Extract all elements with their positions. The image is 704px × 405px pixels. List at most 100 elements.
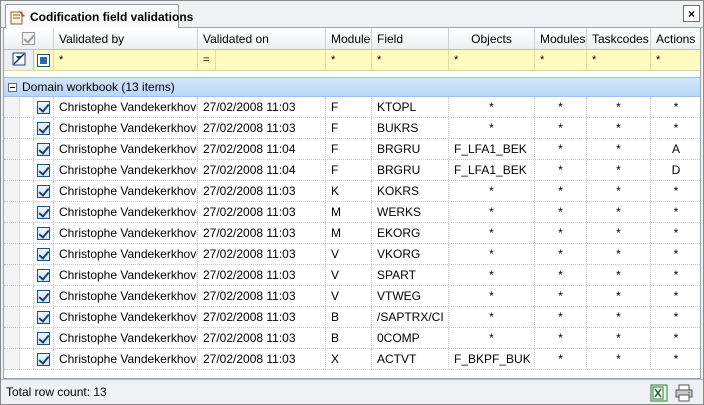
cell-taskcodes[interactable]: * bbox=[587, 265, 651, 285]
cell-validated-on[interactable]: 27/02/2008 11:03 bbox=[198, 181, 326, 201]
tab-codification-field-validations[interactable]: Codification field validations bbox=[5, 4, 193, 28]
cell-validated-by[interactable]: Christophe Vandekerkhove bbox=[54, 97, 198, 117]
row-selector[interactable] bbox=[20, 328, 34, 348]
cell-modules[interactable]: * bbox=[535, 328, 587, 348]
row-checkbox-cell[interactable] bbox=[34, 139, 54, 159]
group-row-domain-workbook[interactable]: Domain workbook (13 items) bbox=[4, 77, 700, 97]
row-checkbox-cell[interactable] bbox=[34, 181, 54, 201]
table-row[interactable]: Christophe Vandekerkhove 27/02/2008 11:03… bbox=[4, 118, 700, 139]
row-checkbox-cell[interactable] bbox=[34, 244, 54, 264]
cell-field[interactable]: VTWEG bbox=[372, 286, 449, 306]
table-row[interactable]: Christophe Vandekerkhove 27/02/2008 11:03… bbox=[4, 349, 700, 370]
cell-module[interactable]: F bbox=[326, 160, 372, 180]
row-checkbox[interactable] bbox=[37, 289, 50, 303]
cell-module[interactable]: V bbox=[326, 265, 372, 285]
cell-objects[interactable]: F_LFA1_BEK bbox=[449, 160, 535, 180]
row-checkbox-cell[interactable] bbox=[34, 307, 54, 327]
cell-module[interactable]: V bbox=[326, 244, 372, 264]
cell-field[interactable]: SPART bbox=[372, 265, 449, 285]
cell-field[interactable]: VKORG bbox=[372, 244, 449, 264]
filter-modules[interactable]: * bbox=[535, 50, 587, 70]
cell-taskcodes[interactable]: * bbox=[587, 202, 651, 222]
cell-actions[interactable]: * bbox=[651, 244, 700, 264]
header-validated-on[interactable]: Validated on bbox=[198, 28, 326, 49]
header-checkbox[interactable] bbox=[22, 32, 35, 45]
cell-field[interactable]: BUKRS bbox=[372, 118, 449, 138]
row-selector[interactable] bbox=[20, 202, 34, 222]
cell-validated-on[interactable]: 27/02/2008 11:04 bbox=[198, 139, 326, 159]
cell-actions[interactable]: D bbox=[651, 160, 700, 180]
cell-validated-by[interactable]: Christophe Vandekerkhove bbox=[54, 181, 198, 201]
row-checkbox[interactable] bbox=[37, 331, 50, 345]
cell-objects[interactable]: F_BKPF_BUK bbox=[449, 349, 535, 369]
cell-validated-by[interactable]: Christophe Vandekerkhove bbox=[54, 265, 198, 285]
cell-validated-on[interactable]: 27/02/2008 11:03 bbox=[198, 118, 326, 138]
header-actions[interactable]: Actions bbox=[651, 28, 700, 49]
cell-validated-on[interactable]: 27/02/2008 11:03 bbox=[198, 286, 326, 306]
cell-module[interactable]: K bbox=[326, 181, 372, 201]
cell-module[interactable]: V bbox=[326, 286, 372, 306]
collapse-group-icon[interactable] bbox=[8, 82, 17, 92]
clear-filter-cell[interactable] bbox=[4, 50, 34, 70]
cell-module[interactable]: B bbox=[326, 307, 372, 327]
row-checkbox-cell[interactable] bbox=[34, 160, 54, 180]
cell-field[interactable]: ACTVT bbox=[372, 349, 449, 369]
cell-validated-by[interactable]: Christophe Vandekerkhove bbox=[54, 160, 198, 180]
cell-actions[interactable]: A bbox=[651, 139, 700, 159]
cell-validated-by[interactable]: Christophe Vandekerkhove bbox=[54, 139, 198, 159]
row-selector[interactable] bbox=[20, 160, 34, 180]
cell-validated-by[interactable]: Christophe Vandekerkhove bbox=[54, 118, 198, 138]
cell-actions[interactable]: * bbox=[651, 118, 700, 138]
cell-taskcodes[interactable]: * bbox=[587, 97, 651, 117]
cell-objects[interactable]: F_LFA1_BEK bbox=[449, 139, 535, 159]
row-selector[interactable] bbox=[20, 118, 34, 138]
row-checkbox-cell[interactable] bbox=[34, 118, 54, 138]
cell-modules[interactable]: * bbox=[535, 307, 587, 327]
cell-modules[interactable]: * bbox=[535, 160, 587, 180]
cell-modules[interactable]: * bbox=[535, 181, 587, 201]
header-validated-by[interactable]: Validated by bbox=[54, 28, 198, 49]
row-checkbox-cell[interactable] bbox=[34, 202, 54, 222]
cell-modules[interactable]: * bbox=[535, 286, 587, 306]
cell-objects[interactable]: * bbox=[449, 202, 535, 222]
cell-taskcodes[interactable]: * bbox=[587, 244, 651, 264]
row-checkbox-cell[interactable] bbox=[34, 97, 54, 117]
table-row[interactable]: Christophe Vandekerkhove 27/02/2008 11:04… bbox=[4, 139, 700, 160]
cell-actions[interactable]: * bbox=[651, 223, 700, 243]
row-checkbox-cell[interactable] bbox=[34, 328, 54, 348]
filter-validated-on-operator[interactable]: = bbox=[198, 50, 216, 70]
cell-objects[interactable]: * bbox=[449, 223, 535, 243]
cell-taskcodes[interactable]: * bbox=[587, 286, 651, 306]
row-selector[interactable] bbox=[20, 349, 34, 369]
cell-actions[interactable]: * bbox=[651, 286, 700, 306]
row-selector[interactable] bbox=[20, 307, 34, 327]
filter-checked[interactable] bbox=[34, 50, 54, 70]
cell-actions[interactable]: * bbox=[651, 97, 700, 117]
header-taskcodes[interactable]: Taskcodes bbox=[587, 28, 651, 49]
cell-validated-by[interactable]: Christophe Vandekerkhove bbox=[54, 349, 198, 369]
row-checkbox[interactable] bbox=[37, 142, 50, 156]
table-row[interactable]: Christophe Vandekerkhove 27/02/2008 11:03… bbox=[4, 307, 700, 328]
cell-actions[interactable]: * bbox=[651, 181, 700, 201]
row-checkbox[interactable] bbox=[37, 184, 50, 198]
cell-validated-on[interactable]: 27/02/2008 11:03 bbox=[198, 97, 326, 117]
row-checkbox[interactable] bbox=[37, 100, 50, 114]
row-checkbox[interactable] bbox=[37, 247, 50, 261]
cell-modules[interactable]: * bbox=[535, 265, 587, 285]
table-row[interactable]: Christophe Vandekerkhove 27/02/2008 11:03… bbox=[4, 328, 700, 349]
row-selector[interactable] bbox=[20, 97, 34, 117]
cell-taskcodes[interactable]: * bbox=[587, 181, 651, 201]
cell-taskcodes[interactable]: * bbox=[587, 118, 651, 138]
cell-validated-on[interactable]: 27/02/2008 11:03 bbox=[198, 307, 326, 327]
cell-actions[interactable]: * bbox=[651, 349, 700, 369]
cell-module[interactable]: B bbox=[326, 328, 372, 348]
row-checkbox[interactable] bbox=[37, 205, 50, 219]
cell-actions[interactable]: * bbox=[651, 328, 700, 348]
filter-field[interactable]: * bbox=[372, 50, 449, 70]
cell-validated-by[interactable]: Christophe Vandekerkhove bbox=[54, 223, 198, 243]
row-checkbox-cell[interactable] bbox=[34, 265, 54, 285]
table-row[interactable]: Christophe Vandekerkhove 27/02/2008 11:03… bbox=[4, 223, 700, 244]
cell-actions[interactable]: * bbox=[651, 307, 700, 327]
header-objects[interactable]: Objects bbox=[449, 28, 535, 49]
table-row[interactable]: Christophe Vandekerkhove 27/02/2008 11:03… bbox=[4, 244, 700, 265]
